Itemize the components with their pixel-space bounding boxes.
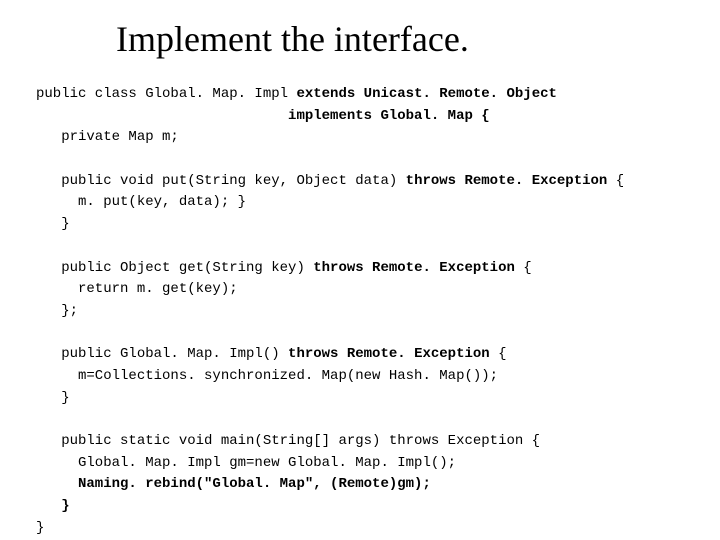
code-line: { [515, 260, 532, 276]
code-line: extends Unicast. Remote. Object [296, 86, 556, 102]
code-line: public Object get(String key) [36, 260, 313, 276]
code-line: } [36, 390, 70, 406]
code-line: m. put(key, data); } [36, 194, 246, 210]
code-line: { [490, 346, 507, 362]
code-block: public class Global. Map. Impl extends U… [36, 84, 684, 539]
slide: Implement the interface. public class Gl… [0, 0, 720, 540]
code-line: Naming. rebind("Global. Map", (Remote)gm… [36, 476, 431, 492]
code-line: throws Remote. Exception [288, 346, 490, 362]
code-line: return m. get(key); [36, 281, 238, 297]
code-line: { [607, 173, 624, 189]
code-line: private Map m; [36, 129, 179, 145]
code-line: } [36, 216, 70, 232]
code-line: public Global. Map. Impl() [36, 346, 288, 362]
code-line: m=Collections. synchronized. Map(new Has… [36, 368, 498, 384]
code-line: }; [36, 303, 78, 319]
code-line: public static void main(String[] args) t… [36, 433, 540, 449]
code-line: implements Global. Map { [36, 108, 490, 124]
code-line: Global. Map. Impl gm=new Global. Map. Im… [36, 455, 456, 471]
page-title: Implement the interface. [36, 18, 684, 60]
code-line: throws Remote. Exception [397, 173, 607, 189]
code-line: } [36, 520, 44, 536]
code-line: public void put(String key, Object data) [36, 173, 397, 189]
code-line: public class Global. Map. Impl [36, 86, 296, 102]
code-line: throws Remote. Exception [313, 260, 515, 276]
code-line: } [36, 498, 70, 514]
